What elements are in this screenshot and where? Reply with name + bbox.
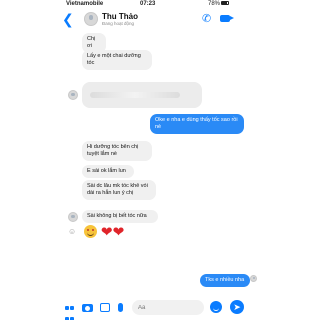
message-bubble-incoming[interactable]: Sài dc lâu mk tóc khẻ vói dài ra hẳn lun…	[82, 180, 156, 200]
react-icon[interactable]: ☺	[68, 227, 76, 236]
contact-avatar[interactable]	[84, 12, 98, 26]
photo-message[interactable]	[82, 82, 202, 108]
message-bubble-incoming[interactable]: E sài ok lắm lun	[82, 165, 134, 178]
chat-header: ❮ Thu Thảo Đang hoạt động ✆	[60, 9, 240, 31]
apps-icon[interactable]	[64, 302, 74, 320]
battery-percent: 78%	[208, 1, 221, 7]
emoji-message[interactable]: ❤❤	[84, 222, 124, 239]
video-call-icon[interactable]	[220, 15, 230, 22]
message-bubble-incoming[interactable]: Hi dưỡng tóc bên chị tuyệt lắm nè	[82, 141, 152, 161]
heart-eyes-emoji-icon	[84, 224, 97, 238]
message-composer: ➤	[60, 296, 260, 320]
mic-icon[interactable]	[118, 303, 123, 312]
seen-avatar	[250, 275, 257, 282]
status-bar: Vietnamobile 07:23 78%	[0, 0, 320, 9]
contact-status: Đang hoạt động	[102, 21, 135, 26]
battery-status: 78%	[208, 1, 230, 7]
heart-emoji-icon: ❤	[100, 223, 113, 240]
message-bubble-outgoing[interactable]: Tks e nhiều nha	[200, 274, 250, 287]
contact-name[interactable]: Thu Thảo	[102, 12, 138, 21]
carrier-label: Vietnamobile	[66, 1, 104, 7]
back-icon[interactable]: ❮	[62, 12, 74, 26]
camera-icon[interactable]	[82, 304, 93, 312]
gallery-icon[interactable]	[100, 303, 110, 312]
sender-avatar	[68, 90, 78, 100]
phone-icon[interactable]: ✆	[202, 12, 211, 25]
send-icon[interactable]: ➤	[230, 300, 244, 314]
sender-avatar	[68, 212, 78, 222]
emoji-icon[interactable]	[210, 301, 222, 313]
clock: 07:23	[140, 1, 156, 7]
message-bubble-incoming[interactable]: Lấy e một chai dưỡng tóc	[82, 50, 152, 70]
message-bubble-outgoing[interactable]: Oke e nha e dùng thấy tốc sao rồi nè	[150, 114, 244, 134]
message-input[interactable]	[132, 300, 204, 315]
battery-icon	[221, 1, 230, 6]
heart-emoji-icon: ❤	[112, 223, 125, 240]
